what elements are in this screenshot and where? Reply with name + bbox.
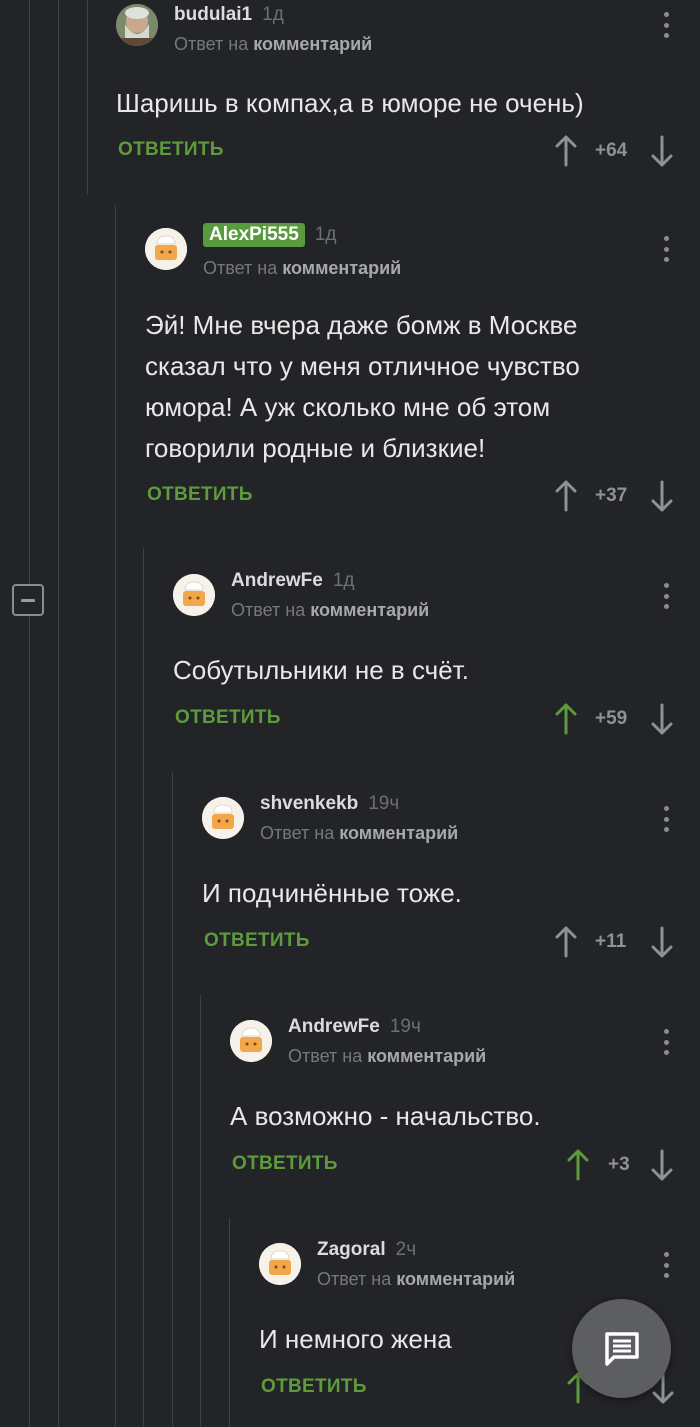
thread-line xyxy=(200,995,201,1427)
reply-button[interactable]: ОТВЕТИТЬ xyxy=(204,930,310,952)
comment-time: 2ч xyxy=(395,1239,417,1260)
comment-text: Эй! Мне вчера даже бомж в Москве сказал … xyxy=(145,310,580,463)
thread-line xyxy=(229,1218,230,1427)
kebab-menu-icon[interactable] xyxy=(664,12,670,38)
comment-actions: ОТВЕТИТЬ +37 xyxy=(147,480,700,512)
arrow-up-icon[interactable] xyxy=(554,703,578,735)
kebab-menu-icon[interactable] xyxy=(664,1252,670,1278)
reply-prefix: Ответ на xyxy=(288,1046,363,1066)
rating: +37 xyxy=(595,485,628,506)
author-name[interactable]: Zagoral xyxy=(317,1239,386,1261)
avatar[interactable] xyxy=(116,4,158,46)
arrow-down-icon[interactable] xyxy=(650,135,674,167)
comment-time: 19ч xyxy=(368,793,400,814)
reply-to: Ответ на комментарий xyxy=(231,600,429,621)
reply-button[interactable]: ОТВЕТИТЬ xyxy=(147,484,253,506)
arrow-down-icon[interactable] xyxy=(650,926,674,958)
avatar[interactable] xyxy=(230,1020,272,1062)
reply-button[interactable]: ОТВЕТИТЬ xyxy=(261,1376,367,1398)
reply-to: Ответ на комментарий xyxy=(317,1269,515,1290)
arrow-up-icon[interactable] xyxy=(554,926,578,958)
comment-time: 1д xyxy=(314,224,337,245)
comment-time: 1д xyxy=(262,4,284,25)
author-name[interactable]: AlexPi555 xyxy=(203,223,305,247)
avatar[interactable] xyxy=(202,797,244,839)
reply-button[interactable]: ОТВЕТИТЬ xyxy=(175,707,281,729)
reply-prefix: Ответ на xyxy=(317,1269,392,1289)
thread-line xyxy=(29,0,30,1427)
comment-icon xyxy=(604,1331,639,1366)
reply-to: Ответ на комментарий xyxy=(174,34,372,55)
arrow-up-icon[interactable] xyxy=(554,480,578,512)
kebab-menu-icon[interactable] xyxy=(664,236,670,262)
author-line: AndrewFe 19ч xyxy=(288,1012,421,1042)
comment: budulai1 1д Ответ на комментарий Шаришь … xyxy=(116,0,700,180)
reply-button[interactable]: ОТВЕТИТЬ xyxy=(232,1153,338,1175)
reply-to: Ответ на комментарий xyxy=(260,823,458,844)
comment-text: А возможно - начальство. xyxy=(230,1101,541,1131)
reply-target-link[interactable]: комментарий xyxy=(282,258,401,278)
author-line: Zagoral 2ч xyxy=(317,1235,416,1265)
comment-actions: ОТВЕТИТЬ +3 xyxy=(232,1149,700,1181)
comment-text: Собутыльники не в счёт. xyxy=(173,655,469,685)
reply-button[interactable]: ОТВЕТИТЬ xyxy=(118,139,224,161)
author-name[interactable]: AndrewFe xyxy=(288,1016,380,1038)
author-line: budulai1 1д xyxy=(174,0,284,30)
reply-target-link[interactable]: комментарий xyxy=(310,600,429,620)
author-name[interactable]: shvenkekb xyxy=(260,793,358,815)
rating: +11 xyxy=(595,931,627,952)
arrow-down-icon[interactable] xyxy=(650,480,674,512)
comment-actions: ОТВЕТИТЬ +59 xyxy=(175,703,700,735)
reply-target-link[interactable]: комментарий xyxy=(339,823,458,843)
reply-target-link[interactable]: комментарий xyxy=(253,34,372,54)
avatar[interactable] xyxy=(173,574,215,616)
kebab-menu-icon[interactable] xyxy=(664,583,670,609)
rating: +3 xyxy=(608,1154,630,1175)
minus-square-icon xyxy=(21,598,35,602)
comment-time: 1д xyxy=(332,570,355,591)
comment-actions: ОТВЕТИТЬ +64 xyxy=(118,135,700,167)
author-name[interactable]: AndrewFe xyxy=(231,570,323,592)
write-comment-button[interactable] xyxy=(572,1299,671,1398)
reply-target-link[interactable]: комментарий xyxy=(367,1046,486,1066)
thread-line xyxy=(143,548,144,1427)
comment-actions: ОТВЕТИТЬ +11 xyxy=(204,926,700,958)
arrow-up-icon[interactable] xyxy=(554,135,578,167)
thread-line xyxy=(87,0,88,195)
thread-line xyxy=(115,205,116,1427)
author-line: AndrewFe 1д xyxy=(231,566,355,596)
comment-text: Шаришь в компах,а в юморе не очень) xyxy=(116,88,584,118)
arrow-down-icon[interactable] xyxy=(650,703,674,735)
kebab-menu-icon[interactable] xyxy=(664,1029,670,1055)
arrow-down-icon[interactable] xyxy=(650,1149,674,1181)
rating: +59 xyxy=(595,708,628,729)
avatar[interactable] xyxy=(145,228,187,270)
reply-prefix: Ответ на xyxy=(260,823,335,843)
comment: AndrewFe 19ч Ответ на комментарий А возм… xyxy=(230,1012,700,1202)
collapse-thread-button[interactable] xyxy=(12,584,44,616)
thread-line xyxy=(172,772,173,1427)
reply-to: Ответ на комментарий xyxy=(203,258,401,279)
thread-line xyxy=(58,0,59,1427)
comment-time: 19ч xyxy=(389,1016,421,1037)
reply-to: Ответ на комментарий xyxy=(288,1046,486,1067)
reply-prefix: Ответ на xyxy=(203,258,278,278)
reply-prefix: Ответ на xyxy=(231,600,306,620)
comment: AndrewFe 1д Ответ на комментарий Собутыл… xyxy=(173,566,700,756)
comment: shvenkekb 19ч Ответ на комментарий И под… xyxy=(202,789,700,979)
comment-text: И подчинённые тоже. xyxy=(202,878,462,908)
comment: AlexPi555 1д Ответ на комментарий Эй! Мн… xyxy=(145,220,700,520)
kebab-menu-icon[interactable] xyxy=(664,806,670,832)
avatar[interactable] xyxy=(259,1243,301,1285)
rating: +64 xyxy=(595,140,628,161)
reply-prefix: Ответ на xyxy=(174,34,249,54)
arrow-up-icon[interactable] xyxy=(566,1149,590,1181)
author-line: AlexPi555 1д xyxy=(203,220,336,250)
author-name[interactable]: budulai1 xyxy=(174,4,252,26)
comment-text: И немного жена xyxy=(259,1324,452,1354)
author-line: shvenkekb 19ч xyxy=(260,789,399,819)
reply-target-link[interactable]: комментарий xyxy=(396,1269,515,1289)
